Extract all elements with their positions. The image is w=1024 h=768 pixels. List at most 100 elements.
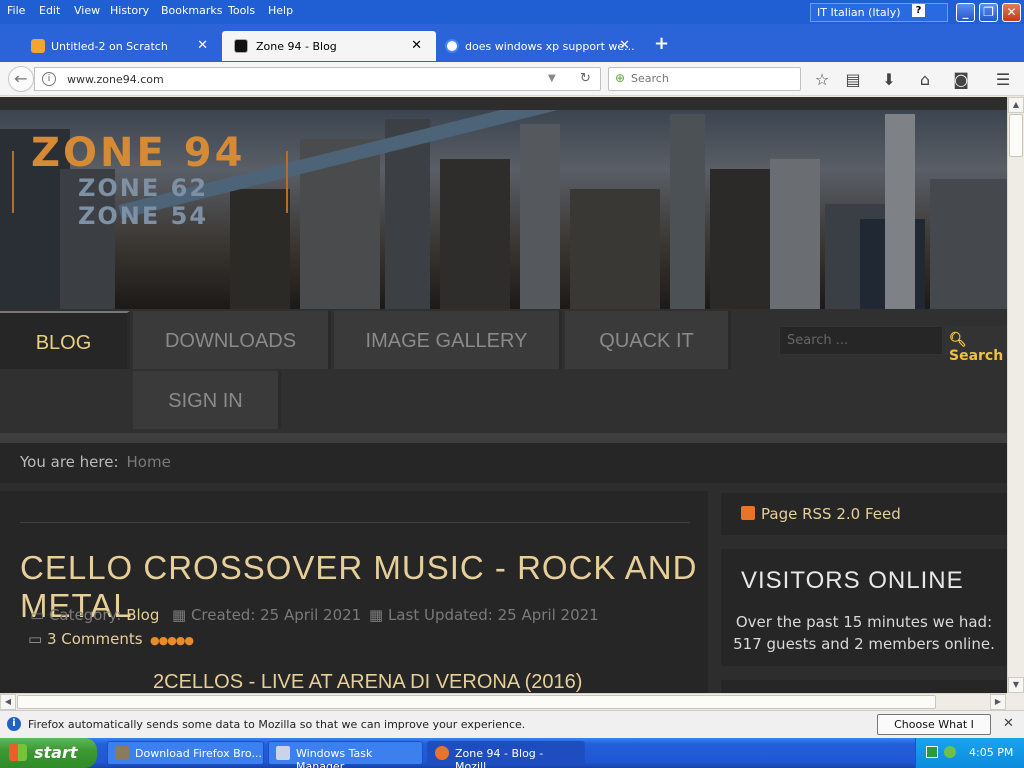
navigation-bar: ← i www.zone94.com ▼ ↻ ⊕ ☆ ▤ ⬇ ⌂ ◙ ☰ — [0, 62, 1024, 96]
network-icon[interactable] — [944, 746, 956, 758]
zone94-favicon-icon — [234, 39, 248, 53]
browser-search-input[interactable] — [631, 72, 791, 85]
new-tab-button[interactable]: + — [654, 33, 669, 54]
tab-title: does windows xp support we... — [465, 40, 635, 53]
web-page: ZONE 94 ZONE 62 ZONE 54 BLOG DOWNLOADS I… — [0, 97, 1007, 693]
nav-sign-in[interactable]: SIGN IN — [133, 371, 281, 429]
search-engine-icon[interactable]: ⊕ — [615, 71, 625, 85]
menu-tools[interactable]: Tools — [228, 4, 255, 17]
site-info-icon[interactable]: i — [42, 72, 56, 86]
comments-link[interactable]: ▭ 3 Comments — [28, 630, 143, 648]
pocket-icon[interactable]: ◙ — [951, 70, 971, 89]
close-tab-icon[interactable]: ✕ — [411, 38, 422, 53]
nav-blog[interactable]: BLOG — [0, 311, 130, 369]
visitors-line-2: 517 guests and 2 members online. — [733, 635, 995, 653]
menu-view[interactable]: View — [74, 4, 100, 17]
back-button[interactable]: ← — [8, 66, 34, 92]
vertical-scroll-thumb[interactable] — [1009, 114, 1023, 157]
google-favicon-icon — [445, 39, 459, 53]
rss-link[interactable]: Page RSS 2.0 Feed — [761, 505, 901, 523]
article-updated: ▦ Last Updated: 25 April 2021 — [369, 606, 599, 624]
tab-google[interactable]: does windows xp support we... ✕ — [436, 31, 644, 61]
menu-history[interactable]: History — [110, 4, 149, 17]
minimize-button[interactable]: _ — [956, 3, 975, 22]
start-label: start — [34, 743, 78, 762]
tab-title: Zone 94 - Blog — [256, 40, 337, 53]
task-label: Download Firefox Bro... — [135, 747, 262, 760]
menu-bookmarks[interactable]: Bookmarks — [161, 4, 222, 17]
language-bar[interactable]: IT Italian (Italy) — [810, 3, 948, 22]
taskbar-item-firefox[interactable]: Zone 94 - Blog - Mozill... — [427, 741, 585, 768]
site-search-input[interactable]: Search ... — [779, 326, 943, 355]
rating-stars[interactable]: ●●●●● — [150, 634, 194, 647]
category-label: Category: — [48, 606, 122, 624]
info-icon: i — [7, 717, 21, 731]
url-dropdown-icon[interactable]: ▼ — [548, 73, 556, 84]
vertical-scrollbar[interactable]: ▲ ▼ — [1007, 97, 1024, 693]
language-label: IT Italian (Italy) — [817, 6, 901, 19]
installer-icon — [115, 746, 129, 760]
url-bar[interactable]: i www.zone94.com ▼ ↻ — [34, 67, 601, 91]
start-button[interactable]: start — [0, 738, 97, 768]
menu-file[interactable]: File — [7, 4, 25, 17]
site-search-button-label: Search — [949, 348, 1004, 364]
divider — [20, 522, 690, 523]
clock: 4:05 PM — [969, 746, 1014, 759]
task-label: Windows Task Manager — [296, 747, 373, 768]
breadcrumb-home[interactable]: Home — [127, 453, 171, 471]
choose-what-i-share-button[interactable]: Choose What I Share — [877, 714, 991, 750]
tray-app-icon[interactable] — [926, 746, 938, 758]
tab-zone94[interactable]: Zone 94 - Blog ✕ — [222, 31, 436, 61]
scroll-left-icon[interactable]: ◀ — [0, 694, 16, 710]
scroll-down-icon[interactable]: ▼ — [1008, 677, 1024, 693]
close-tab-icon[interactable]: ✕ — [197, 38, 208, 53]
scroll-corner — [1007, 693, 1024, 710]
taskbar-item-firefox-download[interactable]: Download Firefox Bro... — [107, 741, 264, 765]
site-logo[interactable]: ZONE 94 — [31, 130, 245, 176]
home-icon[interactable]: ⌂ — [915, 70, 935, 89]
rss-module[interactable]: Page RSS 2.0 Feed — [721, 493, 1007, 535]
horizontal-scroll-thumb[interactable] — [17, 695, 936, 709]
scroll-right-icon[interactable]: ▶ — [990, 694, 1006, 710]
close-tab-icon[interactable]: ✕ — [619, 38, 630, 53]
sidebar-module — [721, 680, 1007, 693]
bookmark-star-icon[interactable]: ☆ — [812, 70, 832, 89]
notification-bar: i Firefox automatically sends some data … — [0, 710, 1024, 750]
nav-downloads[interactable]: DOWNLOADS — [133, 311, 331, 369]
site-search-placeholder: Search ... — [787, 333, 849, 348]
horizontal-scrollbar[interactable]: ◀ ▶ — [0, 693, 1007, 710]
article-created: ▦ Created: 25 April 2021 — [172, 606, 361, 624]
taskbar-item-task-manager[interactable]: Windows Task Manager — [268, 741, 423, 768]
language-help-icon[interactable]: ? — [912, 4, 925, 17]
nav-image-gallery[interactable]: IMAGE GALLERY — [334, 311, 562, 369]
breadcrumb-label: You are here: — [20, 453, 119, 471]
browser-search-box[interactable]: ⊕ — [608, 67, 801, 91]
site-banner: ZONE 94 ZONE 62 ZONE 54 — [0, 110, 1007, 309]
visitors-line-1: Over the past 15 minutes we had: — [735, 613, 993, 631]
menu-help[interactable]: Help — [268, 4, 293, 17]
created-text: Created: 25 April 2021 — [190, 606, 362, 624]
close-window-button[interactable]: ✕ — [1002, 3, 1021, 22]
maximize-button[interactable]: ❐ — [979, 3, 998, 22]
url-text[interactable]: www.zone94.com — [67, 73, 164, 86]
article-subtitle: 2CELLOS - LIVE AT ARENA DI VERONA (2016) — [153, 671, 583, 693]
nav-quack-it[interactable]: QUACK IT — [565, 311, 731, 369]
logo-zone62: ZONE 62 — [78, 174, 209, 202]
menu-edit[interactable]: Edit — [39, 4, 60, 17]
menu-hamburger-icon[interactable]: ☰ — [993, 70, 1013, 89]
calendar-icon: ▦ — [172, 606, 191, 624]
notification-message: Firefox automatically sends some data to… — [28, 718, 526, 731]
downloads-icon[interactable]: ⬇ — [879, 70, 899, 89]
bookmarks-list-icon[interactable]: ▤ — [843, 70, 863, 89]
search-icon: 🔍︎ — [949, 332, 967, 348]
reload-icon[interactable]: ↻ — [580, 71, 591, 86]
close-notification-icon[interactable]: ✕ — [1003, 716, 1014, 731]
tab-bar: Untitled-2 on Scratch ✕ Zone 94 - Blog ✕… — [0, 24, 1024, 62]
rss-icon — [741, 505, 755, 520]
folder-icon: ▭ — [30, 606, 49, 624]
site-search-button[interactable]: 🔍︎Search — [945, 326, 1007, 364]
category-link[interactable]: Blog — [126, 606, 159, 624]
calendar-icon: ▦ — [369, 606, 388, 624]
scroll-up-icon[interactable]: ▲ — [1008, 97, 1024, 113]
tab-scratch[interactable]: Untitled-2 on Scratch ✕ — [6, 31, 222, 61]
